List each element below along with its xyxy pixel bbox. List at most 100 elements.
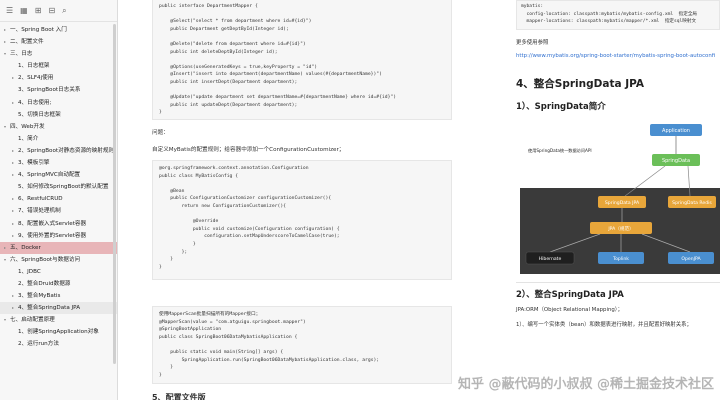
question-label: 问题： xyxy=(152,130,169,136)
sidebar-item-label: 六、SpringBoot与数据访问 xyxy=(10,256,81,263)
sidebar-item[interactable]: ▸ 2、SpringBoot对静态资源的映射规则; xyxy=(0,145,117,157)
sidebar-item[interactable]: ▸ 3、模板引擎 xyxy=(0,157,117,169)
code-line: return new ConfigurationCustomizer(){ xyxy=(159,203,286,209)
code-line: public int updateDept(Department departm… xyxy=(159,102,298,108)
sidebar-item[interactable]: ▸ 9、使用外置的Servlet容器 xyxy=(0,230,117,242)
code-line: configuration.setMapUnderscoreToCamelCas… xyxy=(159,234,340,240)
code-block-mapper: public interface DepartmentMapper { @Sel… xyxy=(152,0,452,120)
sidebar-item[interactable]: 2、整合Druid数据源 xyxy=(0,278,117,290)
sidebar-item-label: 4、整合SpringData JPA xyxy=(18,305,81,312)
jpa-spec-label: JPA（规范） xyxy=(607,225,633,232)
watermark: 知乎 @蔽代码的小叔叔 @稀土掘金技术社区 xyxy=(457,377,714,392)
grid-icon[interactable]: ▦ xyxy=(20,6,28,15)
list-icon[interactable]: ☰ xyxy=(6,6,13,15)
step-1-text: 1）、编写一个实体类（bean）和数据表进行映射，并且配置好映射关系； xyxy=(516,322,692,328)
code-line: } xyxy=(159,372,162,378)
openjpa-label: OpenJPA xyxy=(681,256,701,262)
hibernate-label: Hibernate xyxy=(539,256,562,262)
document-middle-pane: public interface DepartmentMapper { @Sel… xyxy=(122,0,492,400)
sidebar-item-label: 3、SpringBoot日志关系 xyxy=(18,87,81,94)
sidebar-item[interactable]: ▸ 4、日志使用; xyxy=(0,97,117,109)
sidebar-item[interactable]: 3、SpringBoot日志关系 xyxy=(0,84,117,96)
code-line: @SpringBootApplication xyxy=(159,327,222,333)
code-line: } xyxy=(159,365,174,371)
sidebar-item-label: 三、日志 xyxy=(10,51,33,58)
code-line: @Delete("delete from department where id… xyxy=(159,41,306,47)
sidebar-scrollbar[interactable] xyxy=(113,24,116,364)
code-line: @MapperScan(value = "com.atguigu.springb… xyxy=(159,319,306,325)
toplink-label: Toplink xyxy=(612,256,629,262)
sidebar-item-label: 1、JDBC xyxy=(18,268,41,275)
sidebar-item[interactable]: ▸ 五、Docker xyxy=(0,241,117,254)
sidebar-item-label: 8、配置嵌入式Servlet容器 xyxy=(18,220,87,227)
code-line: public void customize(Configuration conf… xyxy=(159,226,340,232)
sidebar-item[interactable]: 2、运行run方法 xyxy=(0,338,117,350)
sidebar-item-label: 二、配置文件 xyxy=(10,39,44,46)
code-line: @Select("select * from department where … xyxy=(159,19,312,25)
sidebar-item[interactable]: 1、日志框架 xyxy=(0,60,117,72)
code-line: 使用MapperScan批量扫描所有的Mapper接口； xyxy=(159,312,261,317)
sidebar-item[interactable]: 5、切换日志框架 xyxy=(0,109,117,121)
sidebar-item-label: 五、Docker xyxy=(10,244,41,251)
code-line: public int deleteDeptById(Integer id); xyxy=(159,49,278,55)
sidebar-toolbar: ☰ ▦ ⊞ ⊟ ⌕ xyxy=(0,0,117,22)
sidebar-item[interactable]: ▸ 一、Spring Boot 入门 xyxy=(0,24,117,36)
collapse-icon[interactable]: ⊟ xyxy=(48,6,55,15)
springdata-architecture-diagram: Application 使用SpringData统一数据访问API Spring… xyxy=(520,118,720,274)
sidebar-item[interactable]: 1、创建SpringApplication对象 xyxy=(0,326,117,338)
sidebar-item-label: 7、错误处理机制 xyxy=(18,208,61,215)
more-usage-text: 更多使用参照 xyxy=(516,40,549,46)
code-line: public class MyBatisConfig { xyxy=(159,173,239,179)
sidebar-item[interactable]: ▸ 二、配置文件 xyxy=(0,36,117,48)
code-block-mapper-scan: 使用MapperScan批量扫描所有的Mapper接口； @MapperScan(… xyxy=(152,306,452,384)
sidebar-item[interactable]: ▸ 3、整合MyBatis xyxy=(0,290,117,302)
sidebar-item-label: 2、SpringBoot对静态资源的映射规则; xyxy=(18,147,116,154)
code-block-mybatis-config: @org.springframework.context.annotation.… xyxy=(152,160,452,280)
expand-icon[interactable]: ⊞ xyxy=(35,6,42,15)
code-line: public static void main(String[] args) { xyxy=(159,349,284,355)
sidebar-item-label: 5、切换日志框架 xyxy=(18,111,61,118)
outline-list: ▸ 一、Spring Boot 入门 ▸ 二、配置文件 ▾ 三、日志 1、日志框架 ▸ 2、SL… xyxy=(0,22,117,351)
code-line: }; xyxy=(159,249,188,255)
sidebar-item[interactable]: ▸ 2、SLF4j使用 xyxy=(0,72,117,84)
sidebar-item[interactable]: ▾ 六、SpringBoot与数据访问 xyxy=(0,254,117,266)
section-heading: 5、配置文件版 xyxy=(152,393,206,400)
code-line: @Update("update department set departmen… xyxy=(159,95,397,101)
code-line: @org.springframework.context.annotation.… xyxy=(159,166,309,171)
code-line: SpringApplication.run(SpringBoot06DataMy… xyxy=(159,357,380,363)
mybatis-doc-link[interactable]: http://www.mybatis.org/spring-boot-start… xyxy=(516,53,715,59)
code-line: public int insertDept(Department departm… xyxy=(159,79,298,85)
sidebar-item-label: 2、SLF4j使用 xyxy=(18,75,54,82)
search-icon[interactable]: ⌕ xyxy=(62,6,66,16)
code-line: } xyxy=(159,241,196,247)
code-line: @Options(useGeneratedKeys = true,keyProp… xyxy=(159,64,318,70)
question-description: 自定义MyBatis的配置规则；给容器中添加一个ConfigurationCus… xyxy=(152,147,345,153)
sidebar-item[interactable]: 5、如何修改SpringBoot的默认配置 xyxy=(0,181,117,193)
sidebar-item[interactable]: ▸ 4、整合SpringData JPA xyxy=(0,302,117,315)
integrate-jpa-heading: 2）、整合SpringData JPA xyxy=(516,290,624,300)
sidebar-item[interactable]: ▸ 4、SpringMVC自动配置 xyxy=(0,169,117,181)
code-line: @Bean xyxy=(159,188,185,194)
sidebar-item-label: 4、日志使用; xyxy=(18,99,52,106)
yaml-config-block: mybatis: config-location: classpath:myba… xyxy=(516,0,720,30)
section-4-heading: 4、整合SpringData JPA xyxy=(516,78,644,90)
code-line: } xyxy=(159,257,174,263)
sidebar-item[interactable]: 1、简介 xyxy=(0,133,117,145)
sidebar-item[interactable]: ▸ 6、RestfulCRUD xyxy=(0,193,117,205)
document-right-pane: mybatis: config-location: classpath:myba… xyxy=(508,0,720,400)
sidebar-item-label: 5、如何修改SpringBoot的默认配置 xyxy=(18,184,109,191)
sidebar-item[interactable]: ▸ 8、配置嵌入式Servlet容器 xyxy=(0,218,117,230)
sidebar-item[interactable]: ▾ 三、日志 xyxy=(0,48,117,60)
sidebar-item-label: 四、Web开发 xyxy=(10,123,45,130)
sidebar-item[interactable]: 1、JDBC xyxy=(0,266,117,278)
sidebar-item-label: 一、Spring Boot 入门 xyxy=(10,27,67,33)
code-line: config-location: classpath:mybatis/mybat… xyxy=(521,11,698,17)
sidebar-item-label: 1、简介 xyxy=(18,135,39,142)
sidebar-item[interactable]: ▸ 7、错误处理机制 xyxy=(0,205,117,217)
sidebar-item[interactable]: ▾ 四、Web开发 xyxy=(0,121,117,133)
sidebar-item[interactable]: ▾ 七、启动配置原理 xyxy=(0,314,117,326)
